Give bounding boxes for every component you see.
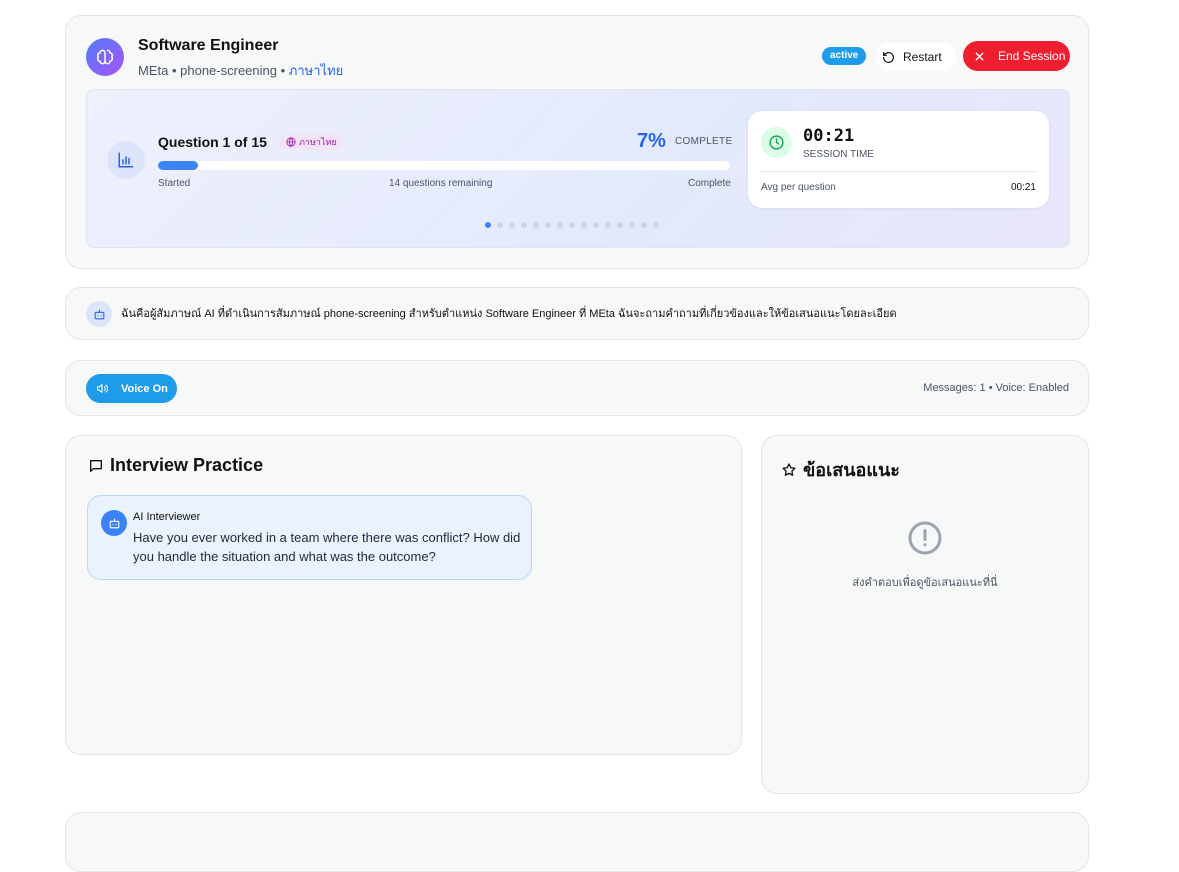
interview-type: phone-screening — [180, 63, 277, 78]
section-title-text: Interview Practice — [110, 455, 264, 475]
brain-icon — [86, 38, 124, 76]
questions-remaining: 14 questions remaining — [389, 178, 493, 189]
progress-end-label: Complete — [688, 178, 731, 189]
message-text: Have you ever worked in a team where the… — [133, 530, 521, 564]
suggestions-card: ข้อเสนอแนะ ส่งคำตอบเพื่อดูข้อเสนอแนะที่น… — [761, 435, 1089, 794]
suggestions-empty-text: ส่งคำตอบเพื่อดูข้อเสนอแนะที่นี่ — [852, 577, 998, 589]
chat-icon — [90, 459, 102, 472]
voice-toggle-label: Voice On — [121, 382, 168, 395]
interview-practice-card: Interview Practice AI Interviewer Have y… — [65, 435, 742, 755]
end-session-button[interactable]: End Session — [963, 41, 1070, 71]
session-header-card: Software Engineer MEta • phone-screening… — [65, 15, 1089, 269]
question-dot — [629, 222, 635, 228]
question-dot — [485, 222, 491, 228]
status-badge: active — [822, 47, 867, 65]
progress-bar-fill — [158, 161, 199, 170]
speaker-icon — [97, 384, 109, 393]
interview-practice-title: Interview Practice — [88, 455, 263, 476]
bot-avatar-icon — [101, 510, 127, 536]
question-counter: Question 1 of 15 — [158, 134, 267, 150]
question-dot — [569, 222, 575, 228]
avg-per-question-value: 00:21 — [1010, 182, 1036, 193]
question-dot — [545, 222, 551, 228]
globe-icon — [286, 137, 296, 147]
language-pill-label: ภาษาไทย — [299, 137, 337, 147]
voice-control-card: Voice On Messages: 1 • Voice: Enabled — [65, 360, 1089, 416]
star-icon — [782, 462, 796, 476]
session-time-label: SESSION TIME — [803, 149, 874, 160]
session-timer-card: 00:21 SESSION TIME Avg per question 00:2… — [748, 111, 1049, 208]
question-dot — [641, 222, 647, 228]
question-dots — [485, 222, 659, 228]
progress-panel: Question 1 of 15 ภาษาไทย 7% COMPLETE Sta… — [86, 89, 1070, 248]
session-time-value: 00:21 — [803, 126, 855, 146]
job-title: Software Engineer — [138, 37, 279, 54]
interviewer-intro-card: ฉันคือผู้สัมภาษณ์ AI ที่ดำเนินการสัมภาษณ… — [65, 287, 1089, 340]
bottom-card — [65, 812, 1089, 872]
avg-per-question-label: Avg per question — [761, 182, 836, 193]
question-dot — [653, 222, 659, 228]
chat-message: AI Interviewer Have you ever worked in a… — [87, 495, 532, 580]
question-dot — [509, 222, 515, 228]
progress-percent: 7% — [637, 130, 666, 152]
message-sender: AI Interviewer — [133, 511, 201, 523]
company-name: MEta — [138, 63, 169, 78]
job-subtitle: MEta • phone-screening • ภาษาไทย — [138, 63, 344, 78]
restart-button[interactable]: Restart — [876, 43, 956, 71]
alert-circle-icon — [907, 520, 943, 561]
restart-label: Restart — [903, 50, 942, 64]
voice-status: Messages: 1 • Voice: Enabled — [923, 382, 1069, 394]
question-dot — [605, 222, 611, 228]
question-dot — [581, 222, 587, 228]
suggestions-title: ข้อเสนอแนะ — [781, 455, 900, 484]
question-dot — [533, 222, 539, 228]
close-icon — [975, 52, 984, 60]
end-session-label: End Session — [998, 49, 1066, 63]
bar-chart-icon — [107, 141, 145, 179]
question-dot — [593, 222, 599, 228]
language-label: ภาษาไทย — [288, 63, 344, 78]
progress-start-label: Started — [158, 178, 191, 189]
complete-label: COMPLETE — [675, 136, 733, 147]
voice-toggle-button[interactable]: Voice On — [86, 374, 177, 403]
suggestions-title-text: ข้อเสนอแนะ — [803, 460, 900, 480]
divider — [761, 171, 1036, 172]
intro-text: ฉันคือผู้สัมภาษณ์ AI ที่ดำเนินการสัมภาษณ… — [121, 308, 897, 320]
question-dot — [557, 222, 563, 228]
question-dot — [617, 222, 623, 228]
progress-bar — [158, 161, 730, 170]
bot-icon — [86, 301, 112, 327]
restart-icon — [883, 51, 894, 63]
question-dot — [521, 222, 527, 228]
language-pill: ภาษาไทย — [280, 134, 343, 150]
clock-icon — [761, 127, 792, 158]
question-dot — [497, 222, 503, 228]
